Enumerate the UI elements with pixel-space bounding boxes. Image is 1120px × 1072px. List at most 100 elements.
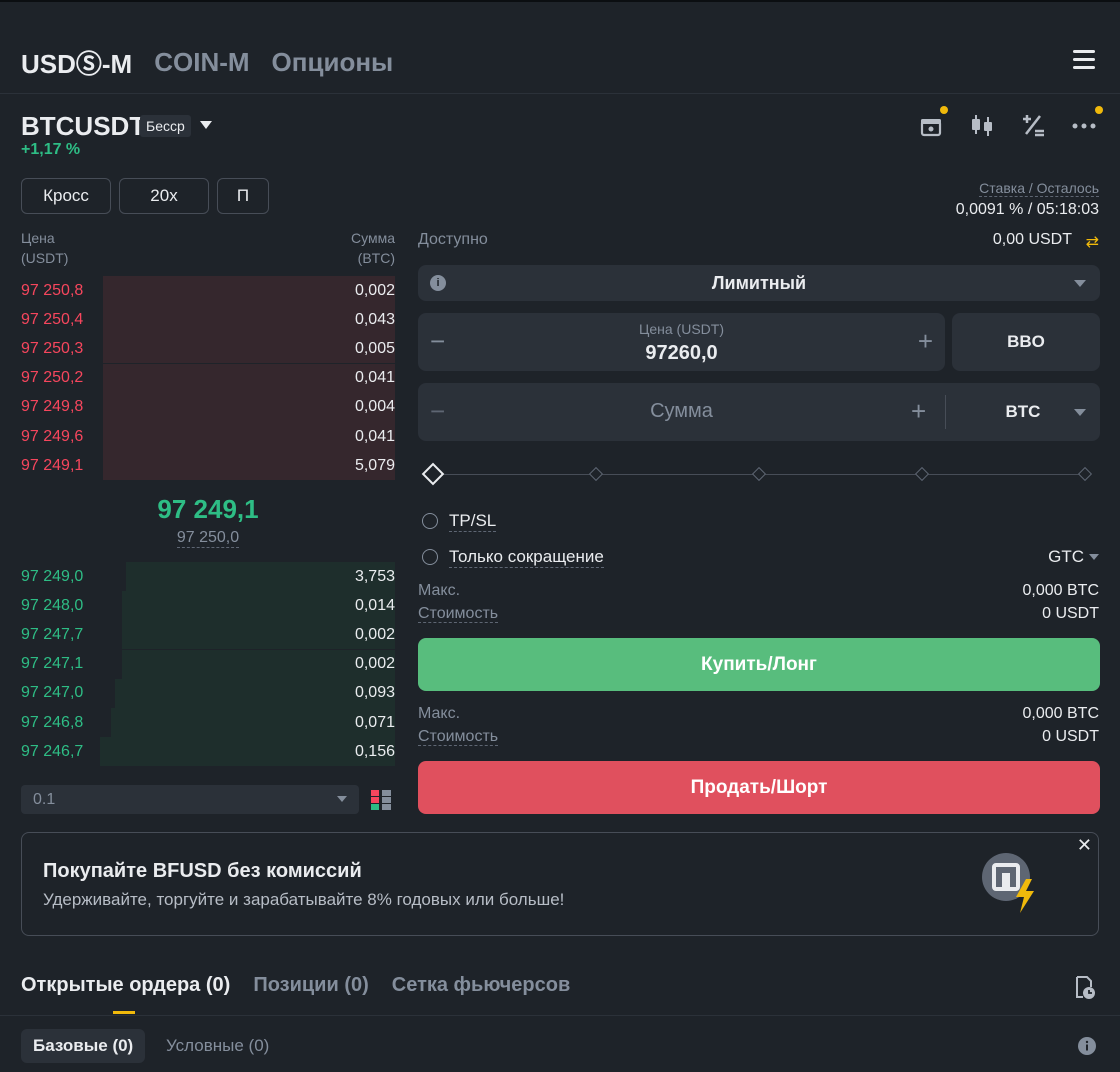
ask-row[interactable]: 97 250,3 0,005 — [21, 334, 395, 364]
row-size: 0,093 — [354, 684, 395, 702]
tab-positions[interactable]: Позиции (0) — [253, 974, 368, 997]
row-price: 97 250,8 — [21, 281, 84, 299]
reduce-only-checkbox[interactable] — [422, 549, 438, 565]
info-icon[interactable] — [1078, 1037, 1096, 1055]
tpsl-label[interactable]: TP/SL — [449, 511, 497, 532]
tpsl-checkbox[interactable] — [422, 513, 438, 529]
row-size: 3,753 — [354, 567, 395, 585]
slider-mark-50[interactable] — [751, 466, 767, 482]
percent-calc-icon[interactable] — [1020, 112, 1046, 138]
tab-coin-m[interactable]: COIN-M — [154, 47, 249, 78]
order-type-label: Лимитный — [711, 272, 807, 293]
depth-bar — [103, 363, 395, 393]
row-size: 0,041 — [354, 369, 395, 387]
leverage-button[interactable]: 20x — [119, 178, 209, 214]
ask-row[interactable]: 97 250,8 0,002 — [21, 276, 395, 305]
position-mode-button[interactable]: П — [217, 178, 269, 214]
promo-banner[interactable]: Покупайте BFUSD без комиссий Удерживайте… — [21, 832, 1099, 936]
bbo-button[interactable]: BBO — [952, 313, 1100, 371]
ask-row[interactable]: 97 249,1 5,079 — [21, 451, 395, 481]
price-column-header: Цена (USDT) — [21, 230, 69, 266]
amount-placeholder[interactable]: Сумма — [418, 400, 945, 423]
orders-tabs: Открытые ордера (0) Позиции (0) Сетка фь… — [21, 974, 570, 997]
history-icon[interactable] — [1073, 975, 1097, 1001]
slider-mark-75[interactable] — [914, 466, 930, 482]
info-icon[interactable]: i — [430, 275, 446, 291]
tab-usds-m[interactable]: USDⓈ-M — [21, 44, 132, 81]
bid-row[interactable]: 97 247,0 0,093 — [21, 678, 395, 708]
bid-row[interactable]: 97 246,8 0,071 — [21, 708, 395, 737]
depth-bar — [103, 334, 395, 364]
depth-bar — [103, 276, 395, 305]
price-input[interactable]: − Цена (USDT) 97260,0 + — [418, 313, 945, 371]
row-size: 0,156 — [354, 742, 395, 760]
depth-bar — [114, 678, 395, 708]
ask-row[interactable]: 97 250,2 0,041 — [21, 363, 395, 393]
sell-short-button[interactable]: Продать/Шорт — [418, 761, 1100, 814]
row-price: 97 249,8 — [21, 398, 84, 416]
bfusd-logo — [982, 853, 1034, 913]
row-price: 97 249,6 — [21, 427, 84, 445]
margin-mode-button[interactable]: Кросс — [21, 178, 111, 214]
tabs-divider — [0, 1015, 1120, 1016]
menu-icon[interactable] — [1073, 50, 1095, 72]
bid-row[interactable]: 97 249,0 3,753 — [21, 562, 395, 591]
more-icon[interactable] — [1071, 106, 1103, 138]
row-price: 97 247,7 — [21, 625, 84, 643]
increase-amount-button[interactable]: + — [911, 398, 926, 424]
candlestick-icon[interactable] — [969, 112, 995, 138]
tab-options[interactable]: Опционы — [272, 47, 394, 78]
depth-bar — [110, 708, 395, 737]
slider-mark-25[interactable] — [588, 466, 604, 482]
order-type-select[interactable]: i Лимитный — [418, 265, 1100, 301]
ask-row[interactable]: 97 249,8 0,004 — [21, 392, 395, 422]
chevron-down-icon[interactable] — [200, 121, 212, 129]
last-price[interactable]: 97 249,1 — [21, 494, 395, 525]
header-divider — [0, 93, 1120, 94]
ask-row[interactable]: 97 250,4 0,043 — [21, 305, 395, 335]
slider-mark-100[interactable] — [1077, 466, 1093, 482]
symbol-name[interactable]: BTCUSDT — [21, 111, 145, 142]
row-price: 97 246,7 — [21, 742, 84, 760]
layout-icon[interactable] — [371, 788, 391, 810]
chevron-down-icon[interactable] — [1089, 554, 1099, 560]
tick-size-select[interactable]: 0.1 — [21, 785, 359, 814]
buy-cost-value: 0 USDT — [1042, 605, 1099, 622]
swap-icon[interactable]: ⇄ — [1086, 232, 1099, 252]
amount-slider-thumb[interactable] — [421, 462, 445, 486]
chevron-down-icon — [1074, 409, 1086, 416]
subtab-conditional[interactable]: Условные (0) — [166, 1036, 269, 1056]
depth-bar — [103, 305, 395, 335]
bid-row[interactable]: 97 247,7 0,002 — [21, 620, 395, 650]
bid-row[interactable]: 97 248,0 0,014 — [21, 591, 395, 621]
price-input-label: Цена (USDT) — [639, 321, 724, 337]
row-size: 0,002 — [354, 281, 395, 299]
row-price: 97 249,1 — [21, 456, 84, 474]
ask-row[interactable]: 97 249,6 0,041 — [21, 422, 395, 451]
row-size: 0,002 — [354, 655, 395, 673]
gift-icon[interactable] — [918, 106, 948, 138]
row-size: 0,002 — [354, 625, 395, 643]
tab-futures-grid[interactable]: Сетка фьючерсов — [392, 974, 571, 997]
time-in-force-select[interactable]: GTC — [1048, 547, 1084, 567]
tab-open-orders[interactable]: Открытые ордера (0) — [21, 974, 230, 997]
mark-price: 97 250,0 — [176, 529, 240, 548]
row-price: 97 250,2 — [21, 369, 84, 387]
reduce-only-label[interactable]: Только сокращение — [449, 547, 604, 568]
perpetual-badge: Бесср — [140, 115, 191, 137]
price-input-value[interactable]: 97260,0 — [418, 342, 945, 365]
available-balance: 0,00 USDT — [992, 231, 1072, 248]
market-tabs: USDⓈ-M COIN-M Опционы — [21, 44, 393, 80]
bid-row[interactable]: 97 246,7 0,156 — [21, 737, 395, 767]
sell-cost-label: Стоимость — [418, 728, 499, 746]
close-icon[interactable]: ✕ — [1077, 835, 1092, 856]
banner-title: Покупайте BFUSD без комиссий — [43, 860, 362, 882]
subtab-basic[interactable]: Базовые (0) — [21, 1029, 146, 1063]
bid-row[interactable]: 97 247,1 0,002 — [21, 649, 395, 679]
row-price: 97 249,0 — [21, 567, 84, 585]
increase-price-button[interactable]: + — [918, 328, 933, 354]
buy-long-button[interactable]: Купить/Лонг — [418, 638, 1100, 691]
sell-max-value: 0,000 BTC — [1022, 705, 1099, 722]
row-size: 0,005 — [354, 339, 395, 357]
amount-input[interactable]: − Сумма + BTC — [418, 383, 1100, 441]
